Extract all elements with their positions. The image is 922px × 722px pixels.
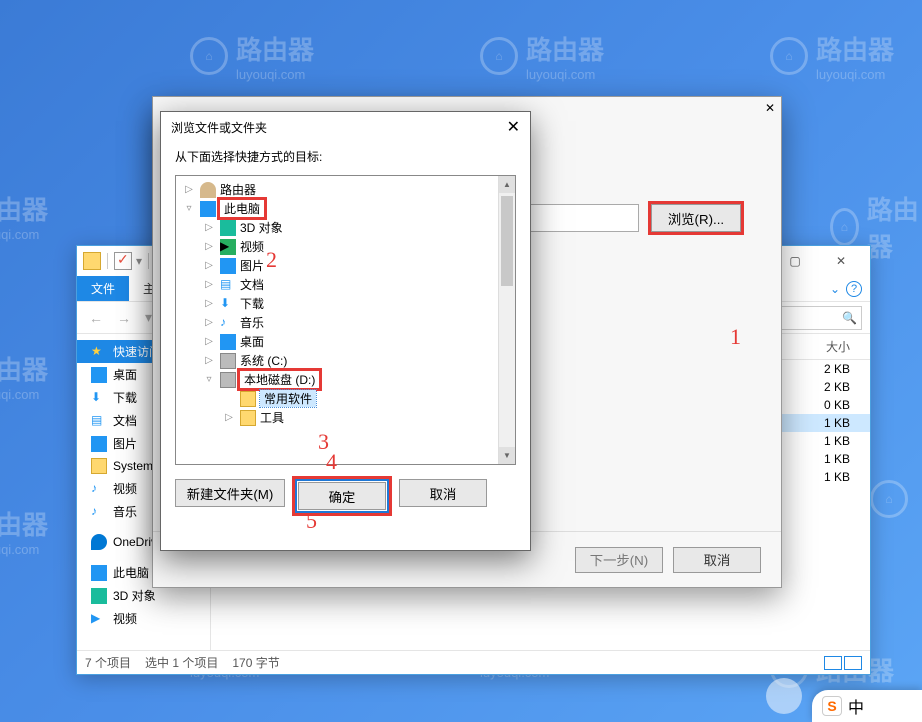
cancel-button[interactable]: 取消	[399, 479, 487, 507]
browse-folder-dialog: 浏览文件或文件夹 ✕ 从下面选择快捷方式的目标: ▷路由器 ▿此电脑 ▷3D 对…	[160, 111, 531, 551]
nav-fwd-icon[interactable]: →	[113, 308, 135, 328]
watermark: ⌂路由器luyouqi.com	[190, 30, 314, 82]
close-button[interactable]: ✕	[507, 117, 520, 137]
tree-item-this-pc[interactable]: ▿此电脑	[178, 199, 513, 218]
sidebar-item[interactable]: ▶视频	[77, 607, 210, 630]
watermark: 路由器luyouqi.com	[0, 350, 48, 402]
wizard-close-button[interactable]: ✕	[765, 101, 775, 115]
ok-button[interactable]: 确定	[298, 482, 386, 510]
tree-item-selected[interactable]: 常用软件	[178, 389, 513, 408]
tree-item[interactable]: ▷系统 (C:)	[178, 351, 513, 370]
ime-lang: 中	[848, 694, 864, 718]
folder-tree[interactable]: ▷路由器 ▿此电脑 ▷3D 对象 ▷▶视频 ▷图片 ▷▤文档 ▷⬇下载 ▷♪音乐…	[175, 175, 516, 465]
nav-back-icon[interactable]: ←	[85, 308, 107, 328]
dialog-subtitle: 从下面选择快捷方式的目标:	[161, 142, 530, 175]
ime-s-icon: S	[822, 696, 842, 716]
taskbar-item[interactable]	[766, 678, 802, 714]
view-details-icon[interactable]	[824, 656, 842, 670]
watermark: 路由器luyouqi.com	[0, 505, 48, 557]
watermark: 路由器luyouqi.com	[0, 190, 48, 242]
scrollbar[interactable]: ▲▼	[498, 176, 515, 464]
watermark: ⌂路由器luyouqi.com	[770, 30, 894, 82]
status-bar: 7 个项目 选中 1 个项目 170 字节	[77, 650, 870, 674]
watermark: ⌂路由器luyouqi.com	[480, 30, 604, 82]
tree-item[interactable]: ▷♪音乐	[178, 313, 513, 332]
view-tiles-icon[interactable]	[844, 656, 862, 670]
status-selection: 选中 1 个项目	[145, 654, 218, 671]
watermark: ⌂	[870, 480, 908, 518]
next-button[interactable]: 下一步(N)	[575, 547, 663, 573]
tree-item[interactable]: ▷▤文档	[178, 275, 513, 294]
annotation-4: 4	[326, 449, 337, 475]
folder-icon	[83, 252, 101, 270]
ribbon-file-tab[interactable]: 文件	[77, 276, 129, 301]
help-icon[interactable]: ?	[846, 281, 862, 297]
tree-item[interactable]: ▷3D 对象	[178, 218, 513, 237]
tree-item[interactable]: ▷工具	[178, 408, 513, 427]
tree-item[interactable]: ▷桌面	[178, 332, 513, 351]
tree-item[interactable]: ▷⬇下载	[178, 294, 513, 313]
status-bytes: 170 字节	[232, 654, 279, 671]
status-item-count: 7 个项目	[85, 654, 131, 671]
qat-checkbox-icon[interactable]	[114, 252, 132, 270]
ime-indicator[interactable]: S 中	[812, 690, 922, 722]
annotation-1: 1	[730, 324, 741, 350]
new-folder-button[interactable]: 新建文件夹(M)	[175, 479, 285, 507]
annotation-5: 5	[306, 508, 317, 534]
tree-item[interactable]: ▷图片	[178, 256, 513, 275]
tree-item-d-drive[interactable]: ▿本地磁盘 (D:)	[178, 370, 513, 389]
browse-button[interactable]: 浏览(R)...	[651, 204, 741, 232]
search-icon: 🔍	[842, 311, 857, 325]
dialog-title: 浏览文件或文件夹	[171, 119, 267, 136]
cancel-button[interactable]: 取消	[673, 547, 761, 573]
annotation-2: 2	[266, 247, 277, 273]
chevron-down-icon[interactable]: ⌄	[830, 282, 840, 296]
tree-item[interactable]: ▷▶视频	[178, 237, 513, 256]
tree-item[interactable]: ▷路由器	[178, 180, 513, 199]
close-button[interactable]: ✕	[818, 246, 864, 276]
